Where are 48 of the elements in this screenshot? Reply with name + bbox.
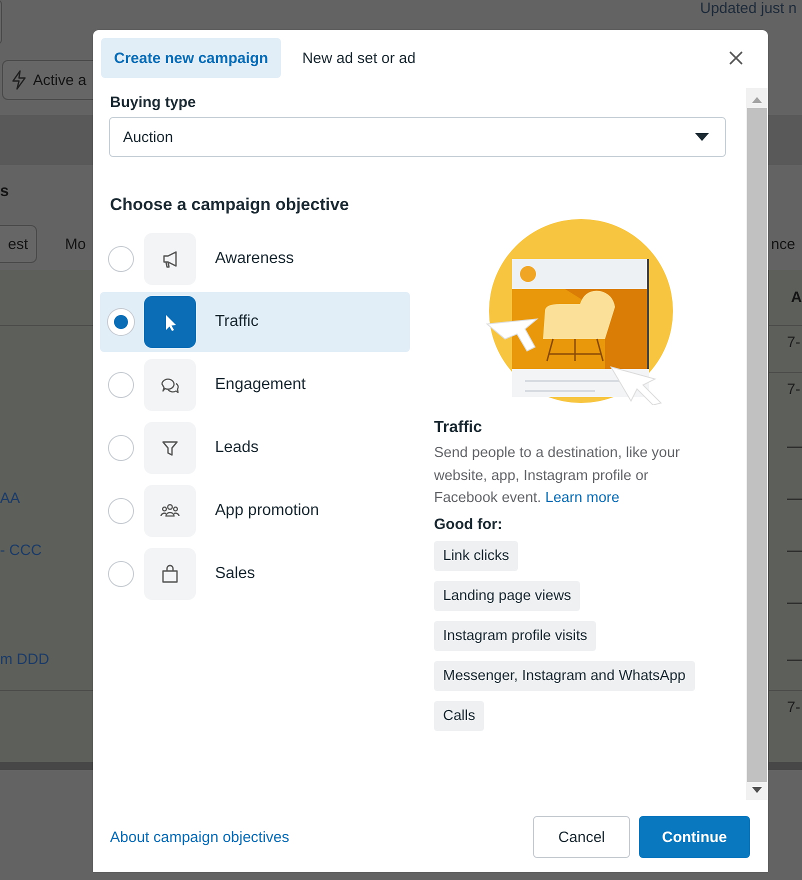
objective-option[interactable]: Engagement — [100, 355, 410, 415]
continue-button[interactable]: Continue — [639, 816, 750, 858]
section-heading: Choose a campaign objective — [110, 195, 350, 215]
objective-option[interactable]: Leads — [100, 418, 410, 478]
objective-title: Traffic — [434, 419, 484, 437]
lightning-icon — [11, 70, 27, 90]
good-for-label: Good for: — [434, 516, 504, 532]
table-cell: — — [787, 542, 802, 558]
section-heading: s — [0, 182, 9, 200]
filter-button[interactable]: est — [0, 225, 38, 263]
buying-type-dropdown[interactable]: Auction — [109, 117, 726, 157]
more-button[interactable]: Mo — [65, 236, 86, 252]
table-cell-text: 7- — [787, 333, 800, 351]
learn-more-link[interactable]: Learn more — [545, 490, 620, 506]
result-tag: Landing page views — [434, 580, 580, 610]
caret-icon — [695, 133, 709, 141]
result-tag: Calls — [434, 700, 484, 730]
result-tag: Messenger, Instagram and WhatsApp — [434, 660, 695, 690]
field-label: Buying type — [110, 94, 197, 111]
objective-option[interactable]: App promotion — [100, 481, 410, 541]
scroll-down-icon[interactable] — [752, 786, 762, 794]
result-tag: Link clicks — [434, 540, 518, 570]
objective-option[interactable]: Traffic — [100, 292, 410, 352]
radio-button[interactable] — [108, 561, 134, 587]
objective-option[interactable]: Sales — [100, 544, 410, 604]
table-cell-text: 7- — [787, 698, 800, 716]
dialog-tab[interactable]: Create new campaign — [101, 38, 282, 78]
scrollbar[interactable] — [746, 88, 768, 800]
scroll-up-icon[interactable] — [752, 96, 762, 104]
objectives-help-link[interactable]: About campaign objectives — [110, 828, 290, 846]
objective-description: Send people to a destination, like your website, app, Instagram profile or Facebook event. Learn more — [434, 444, 681, 508]
table-cell-text: 7- — [787, 380, 800, 398]
radio-button[interactable] — [108, 246, 134, 272]
result-tag: Instagram profile visits — [434, 620, 596, 650]
table-cell: — — [787, 438, 802, 454]
column-header: A — [791, 289, 802, 306]
updated-status: Updated just n — [700, 0, 797, 17]
active-filter-button[interactable]: Active a — [2, 60, 93, 100]
radio-button[interactable] — [108, 435, 134, 461]
table-cell: — — [787, 594, 802, 610]
table-cell: — — [787, 490, 802, 506]
radio-button[interactable] — [108, 498, 134, 524]
objective-option[interactable]: Awareness — [100, 229, 410, 289]
table-cell: — — [787, 650, 802, 668]
dialog-tab[interactable]: New ad set or ad — [289, 38, 429, 78]
tab-label[interactable]: nce — [771, 236, 796, 252]
cancel-button[interactable]: Cancel — [533, 816, 630, 858]
radio-button[interactable] — [108, 372, 134, 398]
